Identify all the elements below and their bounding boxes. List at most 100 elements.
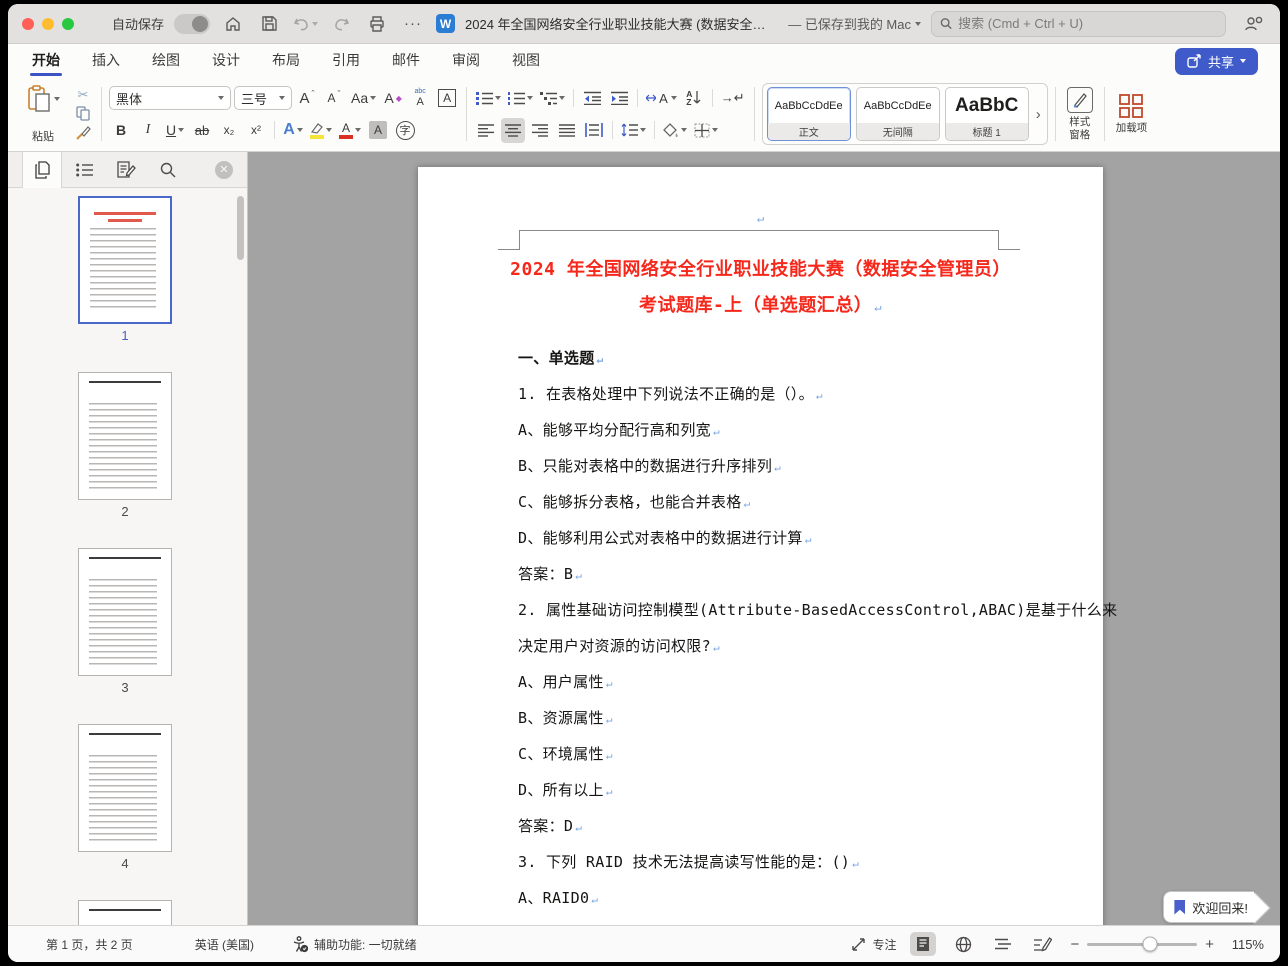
style-no-spacing[interactable]: AaBbCcDdEe 无间隔 [856, 87, 940, 141]
tab-insert[interactable]: 插入 [90, 44, 122, 78]
page-thumbnail-3[interactable] [78, 548, 172, 676]
decrease-indent-button[interactable] [580, 86, 604, 111]
font-name-select[interactable]: 黑体 [109, 86, 231, 110]
paragraph-mark: ↵ [418, 211, 1103, 225]
grow-font-button[interactable]: Aˆ [295, 86, 319, 111]
search-input[interactable] [958, 16, 1217, 31]
page-indicator[interactable]: 第 1 页，共 2 页 [46, 936, 133, 953]
style-heading1[interactable]: AaBbC 标题 1 [945, 87, 1029, 141]
numbering-button[interactable] [506, 86, 535, 111]
sort-button[interactable]: AZ [682, 86, 706, 111]
print-icon[interactable] [364, 11, 390, 37]
page-thumbnail-2[interactable] [78, 372, 172, 500]
save-icon[interactable] [256, 11, 282, 37]
tab-layout[interactable]: 布局 [270, 44, 302, 78]
shrink-font-button[interactable]: Aˇ [322, 86, 346, 111]
close-window-button[interactable] [22, 18, 34, 30]
cut-icon[interactable]: ✂ [72, 85, 94, 104]
tab-review[interactable]: 审阅 [450, 44, 482, 78]
minimize-window-button[interactable] [42, 18, 54, 30]
accessibility-status[interactable]: 辅助功能: 一切就绪 [292, 936, 417, 953]
outline-view-button[interactable] [990, 932, 1016, 956]
welcome-back-badge[interactable]: 欢迎回来! [1163, 891, 1254, 923]
strikethrough-button[interactable]: ab [190, 118, 214, 143]
text-effects-button[interactable]: A [281, 118, 305, 143]
tab-references[interactable]: 引用 [330, 44, 362, 78]
sidebar-tab-comments[interactable] [106, 152, 146, 188]
undo-icon[interactable] [292, 11, 318, 37]
redo-icon[interactable] [328, 11, 354, 37]
page-thumbnail-5[interactable] [78, 900, 172, 925]
sidebar-scrollbar[interactable] [237, 196, 244, 260]
thumbnail-number-4: 4 [78, 856, 172, 871]
enclose-characters-button[interactable]: 字 [393, 118, 417, 143]
zoom-slider-thumb[interactable] [1142, 937, 1157, 952]
highlight-button[interactable] [308, 118, 334, 143]
presence-icon[interactable] [1240, 11, 1266, 37]
superscript-button[interactable]: x² [244, 118, 268, 143]
web-layout-view-button[interactable] [950, 932, 976, 956]
more-commands-icon[interactable]: ··· [400, 11, 426, 37]
distribute-text-button[interactable] [582, 118, 606, 143]
autosave-toggle[interactable] [174, 14, 210, 34]
document-page[interactable]: ↵ 2024 年全国网络安全行业职业技能大赛（数据安全管理员） 考试题库-上（单… [418, 167, 1103, 925]
clear-formatting-button[interactable]: A◆ [381, 86, 405, 111]
zoom-window-button[interactable] [62, 18, 74, 30]
italic-button[interactable]: I [136, 118, 160, 143]
copy-icon[interactable] [72, 104, 94, 123]
page-thumbnail-4[interactable] [78, 724, 172, 852]
zoom-percentage[interactable]: 115% [1222, 937, 1264, 952]
zoom-slider[interactable] [1087, 943, 1197, 946]
align-right-button[interactable] [528, 118, 552, 143]
multilevel-list-button[interactable] [538, 86, 567, 111]
body-line: 答案：B↵ [518, 556, 1043, 592]
format-painter-icon[interactable] [72, 124, 94, 143]
font-size-select[interactable]: 三号 [234, 86, 292, 110]
bullets-button[interactable] [474, 86, 503, 111]
bold-button[interactable]: B [109, 118, 133, 143]
character-shading-button[interactable]: A [366, 118, 390, 143]
tab-design[interactable]: 设计 [210, 44, 242, 78]
home-icon[interactable] [220, 11, 246, 37]
tab-view[interactable]: 视图 [510, 44, 542, 78]
zoom-in-button[interactable]: + [1205, 936, 1214, 953]
phonetic-guide-button[interactable]: abcA [408, 86, 432, 111]
styles-gallery-more-button[interactable]: › [1034, 106, 1043, 123]
underline-button[interactable]: U [163, 118, 187, 143]
subscript-button[interactable]: x₂ [217, 118, 241, 143]
sidebar-tab-outline[interactable] [64, 152, 104, 188]
zoom-out-button[interactable]: − [1070, 936, 1079, 953]
character-border-button[interactable]: A [435, 86, 459, 111]
style-normal[interactable]: AaBbCcDdEe 正文 [767, 87, 851, 141]
language-indicator[interactable]: 英语 (美国) [195, 936, 254, 953]
sidebar-close-icon[interactable]: ✕ [215, 161, 233, 179]
tab-draw[interactable]: 绘图 [150, 44, 182, 78]
search-field[interactable] [931, 11, 1226, 37]
tab-home[interactable]: 开始 [30, 44, 62, 78]
body-line: D、能够利用公式对表格中的数据进行计算↵ [518, 520, 1043, 556]
addins-button[interactable]: 加载项 [1112, 83, 1152, 145]
sidebar-tab-thumbnails[interactable] [22, 152, 62, 188]
saved-status[interactable]: — 已保存到我的 Mac [788, 14, 921, 33]
borders-button[interactable] [692, 118, 720, 143]
line-spacing-button[interactable] [619, 118, 648, 143]
print-layout-view-button[interactable] [910, 932, 936, 956]
focus-mode-button[interactable]: 专注 [851, 936, 896, 953]
change-case-button[interactable]: Aa [349, 86, 378, 111]
show-marks-button[interactable]: →↵ [719, 86, 747, 111]
asian-layout-button[interactable]: A [644, 86, 679, 111]
align-left-button[interactable] [474, 118, 498, 143]
share-button[interactable]: 共享 [1175, 48, 1258, 75]
paste-button[interactable]: 粘贴 [18, 83, 68, 145]
tab-mailings[interactable]: 邮件 [390, 44, 422, 78]
font-color-button[interactable]: A [337, 118, 363, 143]
draft-view-button[interactable] [1030, 932, 1056, 956]
page-thumbnail-1[interactable] [78, 196, 172, 324]
increase-indent-button[interactable] [607, 86, 631, 111]
body-line: 2. 属性基础访问控制模型(Attribute-BasedAccessContr… [518, 592, 1043, 628]
align-center-button[interactable] [501, 118, 525, 143]
sidebar-tab-search[interactable] [148, 152, 188, 188]
justify-button[interactable] [555, 118, 579, 143]
shading-button[interactable] [661, 118, 689, 143]
style-pane-button[interactable]: 样式窗格 [1063, 83, 1097, 145]
